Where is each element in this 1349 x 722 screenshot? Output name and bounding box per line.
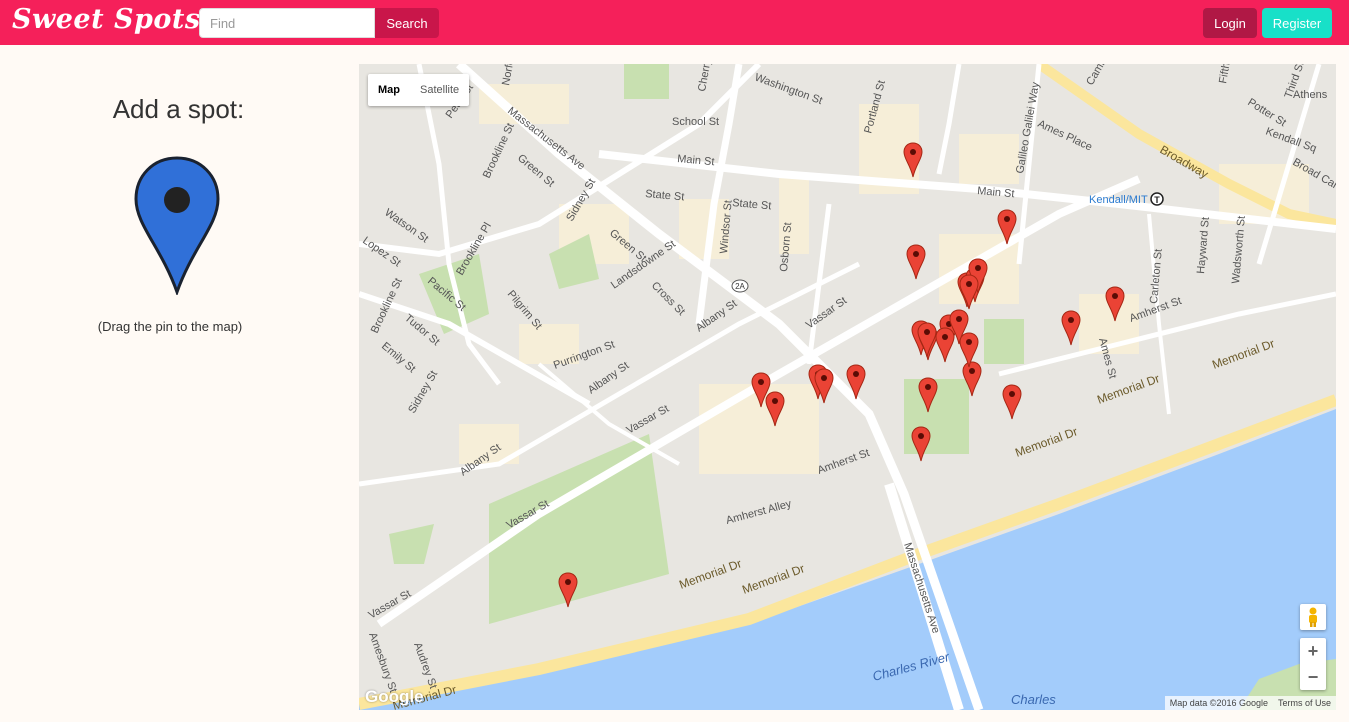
map-marker-icon[interactable] xyxy=(997,209,1017,245)
register-button[interactable]: Register xyxy=(1262,8,1332,38)
map-marker-icon[interactable] xyxy=(1061,310,1081,346)
map-marker-icon[interactable] xyxy=(918,377,938,413)
svg-text:School St: School St xyxy=(672,116,719,128)
terms-link[interactable]: Terms of Use xyxy=(1278,698,1331,708)
login-button[interactable]: Login xyxy=(1203,8,1257,38)
google-logo: Google xyxy=(365,687,424,706)
zoom-control: + − xyxy=(1300,638,1326,690)
map-marker-icon[interactable] xyxy=(1002,384,1022,420)
attribution-text: Map data ©2016 Google xyxy=(1169,698,1268,708)
map-marker-icon[interactable] xyxy=(814,368,834,404)
map-type-map-button[interactable]: Map xyxy=(368,74,410,106)
drag-hint: (Drag the pin to the map) xyxy=(97,319,243,334)
map-marker-icon[interactable] xyxy=(1105,286,1125,322)
zoom-out-button[interactable]: − xyxy=(1300,664,1326,690)
route-shield: 2A xyxy=(731,279,749,293)
map-marker-icon[interactable] xyxy=(959,332,979,368)
pegman-icon[interactable] xyxy=(1300,604,1326,630)
add-spot-title: Add a spot: xyxy=(112,94,245,124)
map-marker-icon[interactable] xyxy=(911,426,931,462)
zoom-in-button[interactable]: + xyxy=(1300,638,1326,664)
search-button[interactable]: Search xyxy=(375,8,439,38)
map-marker-icon[interactable] xyxy=(959,274,979,310)
svg-text:2A: 2A xyxy=(735,282,745,291)
map-type-satellite-button[interactable]: Satellite xyxy=(410,74,469,106)
map-marker-icon[interactable] xyxy=(846,364,866,400)
search-input[interactable] xyxy=(199,8,375,38)
map-marker-icon[interactable] xyxy=(765,391,785,427)
station-label: Kendall/MIT xyxy=(1089,194,1148,206)
map[interactable]: Washington St School St Main St Main St … xyxy=(359,64,1336,710)
map-marker-icon[interactable] xyxy=(906,244,926,280)
map-type-control: Map Satellite xyxy=(368,74,470,106)
navbar: Sweet Spots Search Login Register xyxy=(0,0,1349,45)
map-marker-icon[interactable] xyxy=(917,322,937,358)
drag-pin-icon[interactable] xyxy=(133,155,221,297)
map-marker-icon[interactable] xyxy=(903,142,923,178)
brand-logo[interactable]: Sweet Spots xyxy=(12,4,201,35)
svg-text:Athens: Athens xyxy=(1293,89,1328,101)
svg-text:T: T xyxy=(1154,195,1160,205)
transit-icon: T xyxy=(1150,192,1164,206)
map-attribution: Map data ©2016 Google Terms of Use xyxy=(1164,696,1336,710)
svg-text:Charles: Charles xyxy=(1011,692,1056,707)
map-marker-icon[interactable] xyxy=(558,572,578,608)
